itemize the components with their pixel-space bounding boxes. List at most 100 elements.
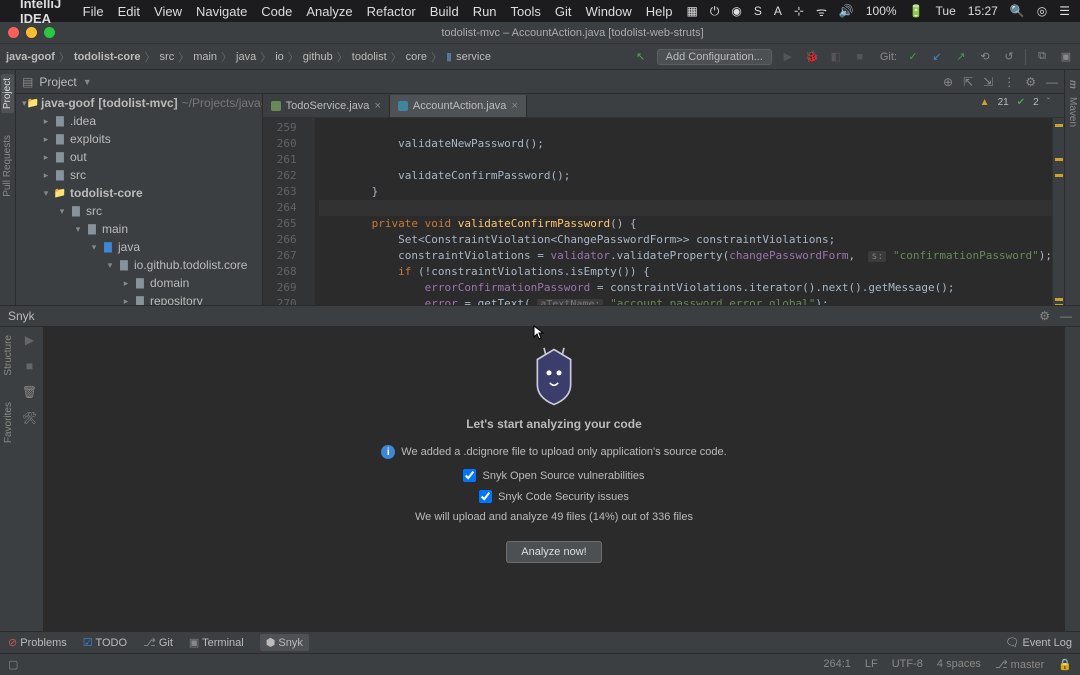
settings-icon[interactable]: ▣ xyxy=(1058,49,1074,65)
chevron-down-icon[interactable]: ▼ xyxy=(83,77,92,87)
tree-item[interactable]: ▾▇src xyxy=(16,202,262,220)
expand-all-icon[interactable]: ⇱ xyxy=(963,75,973,89)
status-icon[interactable]: S xyxy=(754,4,762,18)
menubar-app-name[interactable]: IntelliJ IDEA xyxy=(20,0,69,26)
event-log-button[interactable]: 🗨 Event Log xyxy=(1005,636,1072,649)
side-tab-project[interactable]: Project xyxy=(1,74,14,113)
crumb[interactable]: java xyxy=(236,51,256,63)
volume-icon[interactable]: 🔊 xyxy=(839,4,854,18)
search-everywhere-icon[interactable]: ⧉ xyxy=(1034,49,1050,65)
hide-icon[interactable]: — xyxy=(1046,75,1058,89)
window-close-button[interactable] xyxy=(8,27,19,38)
crumb[interactable]: service xyxy=(456,51,491,63)
wrench-icon[interactable]: 🛠 xyxy=(22,411,37,425)
bottom-tab-git[interactable]: ⎇ Git xyxy=(143,636,173,649)
crumb[interactable]: java-goof xyxy=(6,51,55,63)
control-center-icon[interactable]: ☰ xyxy=(1059,4,1070,18)
menu-file[interactable]: File xyxy=(83,4,104,19)
tree-root[interactable]: ▾📁 java-goof [todolist-mvc] ~/Projects/j… xyxy=(16,94,262,112)
crumb[interactable]: src xyxy=(160,51,175,63)
git-branch[interactable]: ⎇ master xyxy=(995,658,1044,671)
project-header-label[interactable]: Project xyxy=(39,75,76,89)
search-icon[interactable]: 🔍 xyxy=(1010,4,1025,18)
gear-icon[interactable]: ⚙ xyxy=(1039,309,1050,323)
menu-edit[interactable]: Edit xyxy=(118,4,140,19)
snyk-check-code[interactable]: Snyk Code Security issues xyxy=(479,490,629,503)
tree-item[interactable]: ▸▇domain xyxy=(16,274,262,292)
caret-position[interactable]: 264:1 xyxy=(823,658,851,671)
editor-tab[interactable]: AccountAction.java × xyxy=(390,95,527,117)
crumb[interactable]: main xyxy=(193,51,217,63)
stop-icon[interactable]: ■ xyxy=(852,49,868,65)
side-tab-structure[interactable]: Structure xyxy=(3,331,14,380)
tree-module[interactable]: ▾📁todolist-core xyxy=(16,184,262,202)
rollback-icon[interactable]: ↺ xyxy=(1001,49,1017,65)
checkbox[interactable] xyxy=(479,490,492,503)
close-icon[interactable]: × xyxy=(511,100,517,112)
file-encoding[interactable]: UTF-8 xyxy=(892,658,923,671)
status-icon[interactable]: ⏻ xyxy=(710,4,720,19)
run-icon[interactable]: ▶ xyxy=(780,49,796,65)
wifi-icon[interactable]: ᯤ xyxy=(816,3,827,20)
tree-item[interactable]: ▸▇.idea xyxy=(16,112,262,130)
menu-code[interactable]: Code xyxy=(261,4,292,19)
breadcrumb[interactable]: java-goof〉 todolist-core〉 src〉 main〉 jav… xyxy=(6,49,491,65)
menu-view[interactable]: View xyxy=(154,4,182,19)
collapse-all-icon[interactable]: ⇲ xyxy=(983,75,993,89)
line-separator[interactable]: LF xyxy=(865,658,878,671)
git-push-icon[interactable]: ↗ xyxy=(953,49,969,65)
wifi-icon[interactable]: ⊹ xyxy=(794,4,804,18)
tree-item[interactable]: ▾▇main xyxy=(16,220,262,238)
bottom-tab-problems[interactable]: ⊘ Problems xyxy=(8,636,67,649)
bottom-tab-todo[interactable]: ☑ TODO xyxy=(83,636,127,649)
editor-tab[interactable]: TodoService.java × xyxy=(263,95,390,117)
status-icon[interactable]: A xyxy=(774,4,782,18)
stop-icon[interactable]: ■ xyxy=(26,359,33,373)
side-tab-maven[interactable]: m xyxy=(1067,76,1078,93)
siri-icon[interactable]: ◎ xyxy=(1037,4,1047,18)
checkbox[interactable] xyxy=(463,469,476,482)
tree-item[interactable]: ▸▇src xyxy=(16,166,262,184)
snyk-check-opensource[interactable]: Snyk Open Source vulnerabilities xyxy=(463,469,644,482)
hammer-icon[interactable]: ↖ xyxy=(633,49,649,65)
menu-navigate[interactable]: Navigate xyxy=(196,4,247,19)
project-tree[interactable]: ▾📁 java-goof [todolist-mvc] ~/Projects/j… xyxy=(16,94,263,305)
select-opened-file-icon[interactable]: ⊕ xyxy=(943,75,953,89)
tree-item[interactable]: ▾▇java xyxy=(16,238,262,256)
menu-analyze[interactable]: Analyze xyxy=(306,4,352,19)
add-configuration-button[interactable]: Add Configuration... xyxy=(657,49,772,65)
error-stripe[interactable] xyxy=(1052,118,1064,305)
git-update-icon[interactable]: ↙ xyxy=(929,49,945,65)
menu-help[interactable]: Help xyxy=(646,4,673,19)
history-icon[interactable]: ⟲ xyxy=(977,49,993,65)
menu-git[interactable]: Git xyxy=(555,4,572,19)
line-gutter[interactable]: 2592602612622632642652662672682692702712… xyxy=(263,118,315,305)
menu-refactor[interactable]: Refactor xyxy=(367,4,416,19)
status-icon[interactable]: ◉ xyxy=(731,4,741,18)
hide-icon[interactable]: — xyxy=(1060,309,1072,323)
menu-tools[interactable]: Tools xyxy=(511,4,541,19)
inspection-widget[interactable]: ▲21 ✔2 ˇ xyxy=(980,97,1050,108)
git-commit-icon[interactable]: ✓ xyxy=(905,49,921,65)
menu-window[interactable]: Window xyxy=(586,4,632,19)
debug-icon[interactable]: 🐞 xyxy=(804,49,820,65)
indent-settings[interactable]: 4 spaces xyxy=(937,658,981,671)
gear-icon[interactable]: ⚙ xyxy=(1025,75,1036,89)
bottom-tab-terminal[interactable]: ▣ Terminal xyxy=(189,636,244,649)
run-icon[interactable]: ▶ xyxy=(25,333,34,347)
trash-icon[interactable]: 🗑 xyxy=(22,385,37,399)
tree-item[interactable]: ▸▇exploits xyxy=(16,130,262,148)
crumb[interactable]: todolist-core xyxy=(74,51,141,63)
snyk-label[interactable]: Snyk xyxy=(8,309,35,323)
crumb[interactable]: github xyxy=(303,51,333,63)
lock-icon[interactable]: 🔒 xyxy=(1058,658,1072,671)
window-zoom-button[interactable] xyxy=(44,27,55,38)
battery-icon[interactable]: 🔋 xyxy=(909,4,924,18)
crumb[interactable]: core xyxy=(406,51,427,63)
status-icon[interactable]: ▦ xyxy=(687,4,698,18)
crumb[interactable]: todolist xyxy=(352,51,387,63)
tree-item[interactable]: ▸▇out xyxy=(16,148,262,166)
tree-item[interactable]: ▸▇repository xyxy=(16,292,262,305)
tree-package[interactable]: ▾▇io.github.todolist.core xyxy=(16,256,262,274)
side-tab-pull-requests[interactable]: Pull Requests xyxy=(2,131,13,201)
